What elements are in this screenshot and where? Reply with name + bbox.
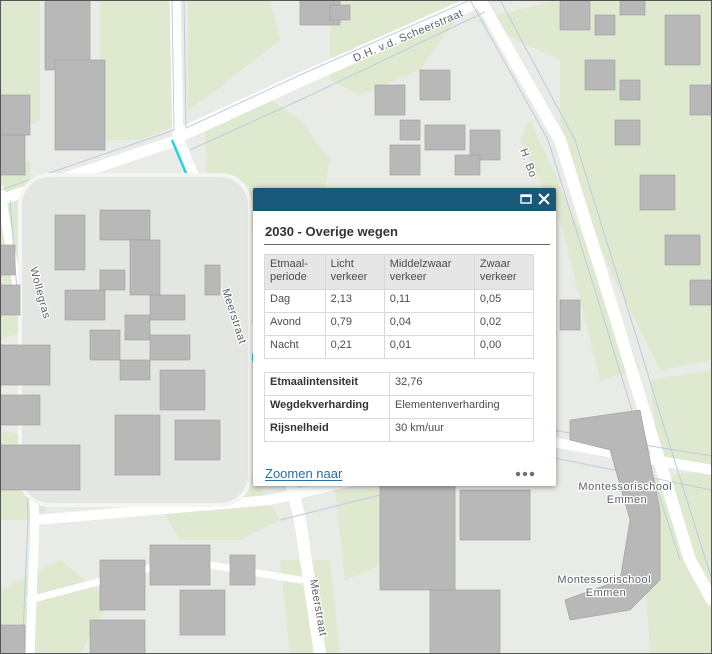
road-attributes-table: Etmaalintensiteit 32,76 Wegdekverharding… [264, 372, 534, 442]
attribute-value: 30 km/uur [389, 418, 534, 442]
title-divider [264, 244, 550, 245]
zoom-to-link[interactable]: Zoomen naar [265, 466, 342, 481]
popup-title: 2030 - Overige wegen [265, 224, 398, 239]
column-header: Zwaar verkeer [473, 254, 535, 290]
table-row: Dag 2,13 0,11 0,05 [264, 289, 535, 313]
table-row: Nacht 0,21 0,01 0,00 [264, 335, 535, 359]
column-header: Licht verkeer [324, 254, 385, 290]
table-row: Etmaalintensiteit 32,76 [264, 372, 534, 396]
feature-popup: 2030 - Overige wegen Etmaal-periode Lich… [253, 188, 556, 486]
table-cell: 0,01 [383, 335, 475, 359]
table-cell: 0,05 [473, 289, 535, 313]
attribute-label: Rijsnelheid [264, 418, 390, 442]
more-options-icon[interactable] [514, 468, 536, 480]
table-cell: Avond [264, 312, 326, 336]
attribute-value: Elementenverharding [389, 395, 534, 419]
table-cell: 0,00 [473, 335, 535, 359]
column-header: Etmaal-periode [264, 254, 326, 290]
table-cell: 0,04 [383, 312, 475, 336]
column-header: Middelzwaar verkeer [383, 254, 475, 290]
table-cell: Dag [264, 289, 326, 313]
table-row: Wegdekverharding Elementenverharding [264, 395, 534, 419]
table-cell: 0,21 [324, 335, 385, 359]
maximize-icon[interactable] [518, 191, 534, 207]
table-row: Avond 0,79 0,04 0,02 [264, 312, 535, 336]
table-header-row: Etmaal-periode Licht verkeer Middelzwaar v… [264, 254, 535, 290]
attribute-value: 32,76 [389, 372, 534, 396]
table-cell: 0,79 [324, 312, 385, 336]
attribute-label: Etmaalintensiteit [264, 372, 390, 396]
table-cell: Nacht [264, 335, 326, 359]
attribute-label: Wegdekverharding [264, 395, 390, 419]
traffic-intensity-table: Etmaal-periode Licht verkeer Middelzwaar v… [264, 254, 535, 359]
table-row: Rijsnelheid 30 km/uur [264, 418, 534, 442]
close-icon[interactable] [536, 191, 552, 207]
table-cell: 2,13 [324, 289, 385, 313]
table-cell: 0,11 [383, 289, 475, 313]
table-cell: 0,02 [473, 312, 535, 336]
popup-header [253, 188, 556, 211]
